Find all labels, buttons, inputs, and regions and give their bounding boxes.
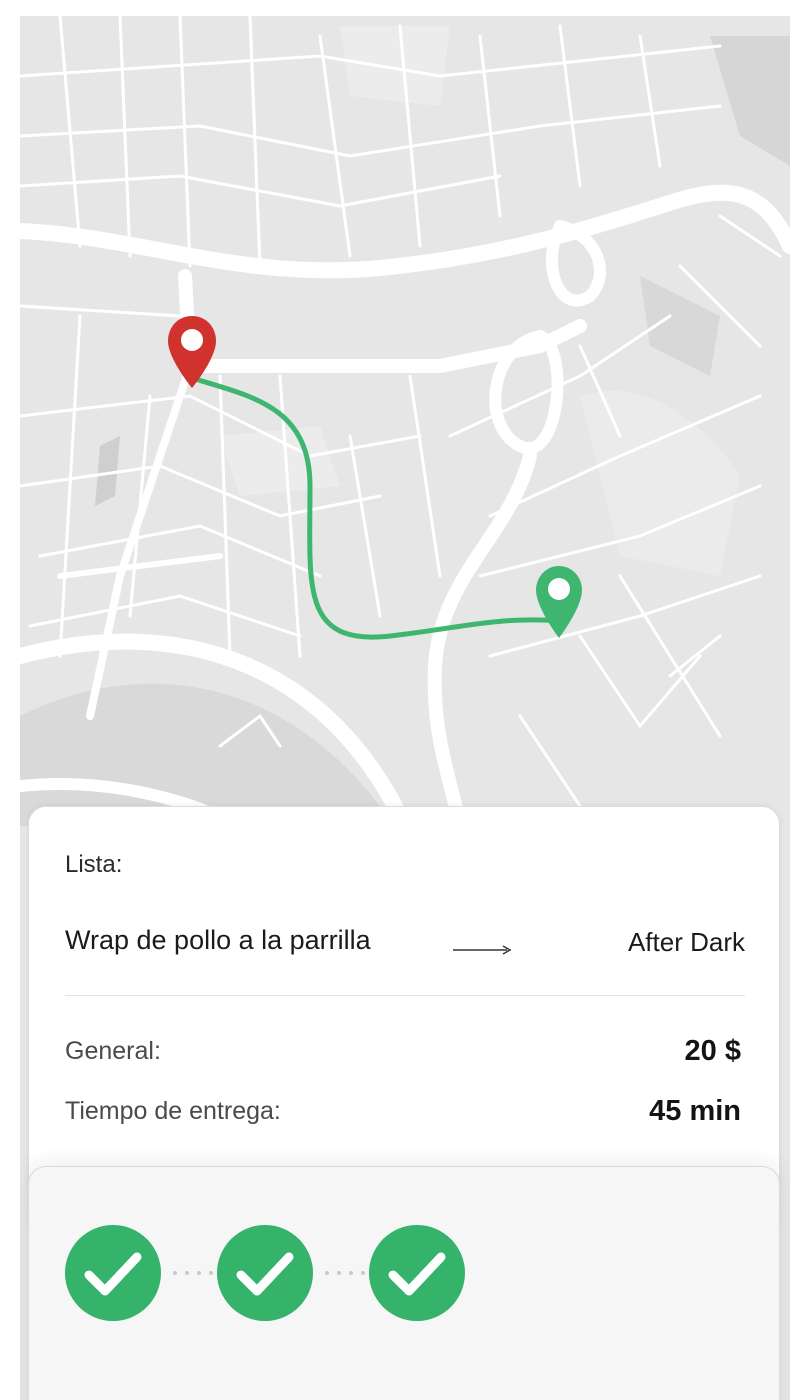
origin-pin-icon[interactable] [166, 314, 218, 390]
delivery-time-row: Tiempo de entrega: 45 min [65, 1095, 745, 1133]
step-2-check-icon [217, 1225, 313, 1321]
order-item-name: Wrap de pollo a la parrilla [65, 925, 371, 955]
step-1-check-icon [65, 1225, 161, 1321]
destination-pin-icon[interactable] [534, 564, 584, 640]
delivery-time-label: Tiempo de entrega: [65, 1097, 281, 1125]
step-connector [317, 1271, 375, 1275]
delivery-time-value: 45 min [649, 1095, 741, 1127]
app-screen: Lista: Wrap de pollo a la parrilla After… [20, 16, 790, 1400]
step-3-check-icon [369, 1225, 465, 1321]
order-item-row[interactable]: Wrap de pollo a la parrilla After Dark [65, 925, 745, 965]
restaurant-name: After Dark [627, 927, 745, 957]
order-status-card [28, 1166, 780, 1400]
divider [65, 995, 745, 996]
map-canvas [20, 16, 790, 826]
arrow-right-icon [453, 943, 513, 961]
list-label: Lista: [65, 851, 123, 878]
step-connector [165, 1271, 223, 1275]
total-label: General: [65, 1037, 161, 1065]
map-view[interactable] [20, 16, 790, 826]
order-progress-steps [65, 1225, 485, 1321]
total-value: 20 $ [684, 1035, 741, 1067]
total-row: General: 20 $ [65, 1035, 745, 1073]
